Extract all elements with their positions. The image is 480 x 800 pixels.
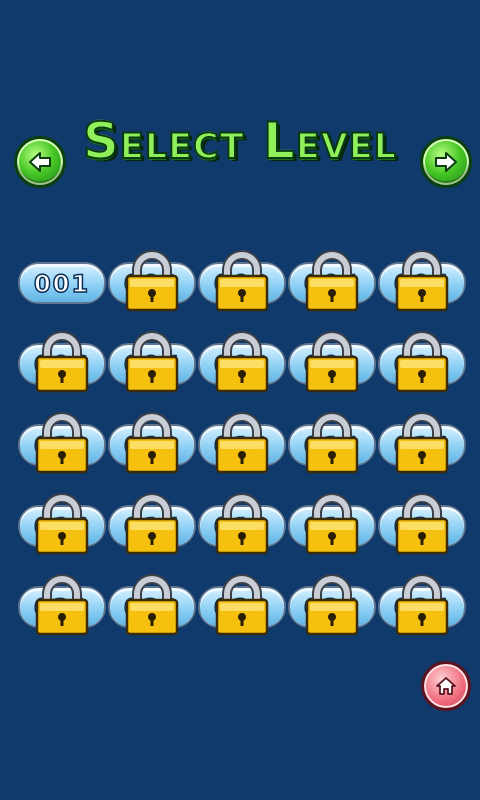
next-page-button[interactable] xyxy=(420,136,472,188)
padlock-icon xyxy=(302,331,362,393)
home-button[interactable] xyxy=(421,661,471,711)
padlock-icon xyxy=(392,250,452,312)
padlock-icon xyxy=(392,331,452,393)
level-button[interactable]: 011 xyxy=(16,412,106,474)
padlock-icon xyxy=(212,493,272,555)
level-button[interactable]: 009 xyxy=(286,331,376,393)
padlock-icon xyxy=(392,574,452,636)
padlock-icon xyxy=(392,493,452,555)
level-button[interactable]: 014 xyxy=(286,412,376,474)
padlock-icon xyxy=(302,250,362,312)
level-button[interactable]: 002 xyxy=(106,250,196,312)
level-button[interactable]: 005 xyxy=(376,250,466,312)
level-button[interactable]: 003 xyxy=(196,250,286,312)
level-button[interactable]: 025 xyxy=(376,574,466,636)
arrow-right-icon xyxy=(435,152,457,172)
level-button[interactable]: 001 xyxy=(16,250,106,308)
level-button[interactable]: 022 xyxy=(106,574,196,636)
level-button[interactable]: 010 xyxy=(376,331,466,393)
padlock-icon xyxy=(122,493,182,555)
arrow-left-icon xyxy=(29,152,51,172)
padlock-icon xyxy=(122,331,182,393)
padlock-icon xyxy=(122,250,182,312)
padlock-icon xyxy=(302,493,362,555)
level-button[interactable]: 016 xyxy=(16,493,106,555)
level-button[interactable]: 020 xyxy=(376,493,466,555)
padlock-icon xyxy=(32,412,92,474)
padlock-icon xyxy=(32,331,92,393)
padlock-icon xyxy=(32,493,92,555)
padlock-icon xyxy=(212,574,272,636)
level-grid: 0010020030040050060070080090100110120130… xyxy=(16,250,468,636)
padlock-icon xyxy=(122,574,182,636)
padlock-icon xyxy=(122,412,182,474)
padlock-icon xyxy=(392,412,452,474)
level-button[interactable]: 024 xyxy=(286,574,376,636)
previous-page-button[interactable] xyxy=(14,136,66,188)
level-button[interactable]: 013 xyxy=(196,412,286,474)
home-icon xyxy=(436,677,456,695)
level-button[interactable]: 017 xyxy=(106,493,196,555)
level-button[interactable]: 008 xyxy=(196,331,286,393)
level-number: 001 xyxy=(33,269,91,299)
padlock-icon xyxy=(302,412,362,474)
level-button[interactable]: 023 xyxy=(196,574,286,636)
padlock-icon xyxy=(212,412,272,474)
padlock-icon xyxy=(212,331,272,393)
page-title: Select Level xyxy=(82,111,398,171)
padlock-icon xyxy=(32,574,92,636)
level-pill: 001 xyxy=(18,262,106,304)
level-button[interactable]: 015 xyxy=(376,412,466,474)
padlock-icon xyxy=(302,574,362,636)
level-button[interactable]: 021 xyxy=(16,574,106,636)
level-button[interactable]: 004 xyxy=(286,250,376,312)
level-button[interactable]: 019 xyxy=(286,493,376,555)
padlock-icon xyxy=(212,250,272,312)
level-button[interactable]: 006 xyxy=(16,331,106,393)
level-button[interactable]: 018 xyxy=(196,493,286,555)
level-button[interactable]: 012 xyxy=(106,412,196,474)
level-button[interactable]: 007 xyxy=(106,331,196,393)
